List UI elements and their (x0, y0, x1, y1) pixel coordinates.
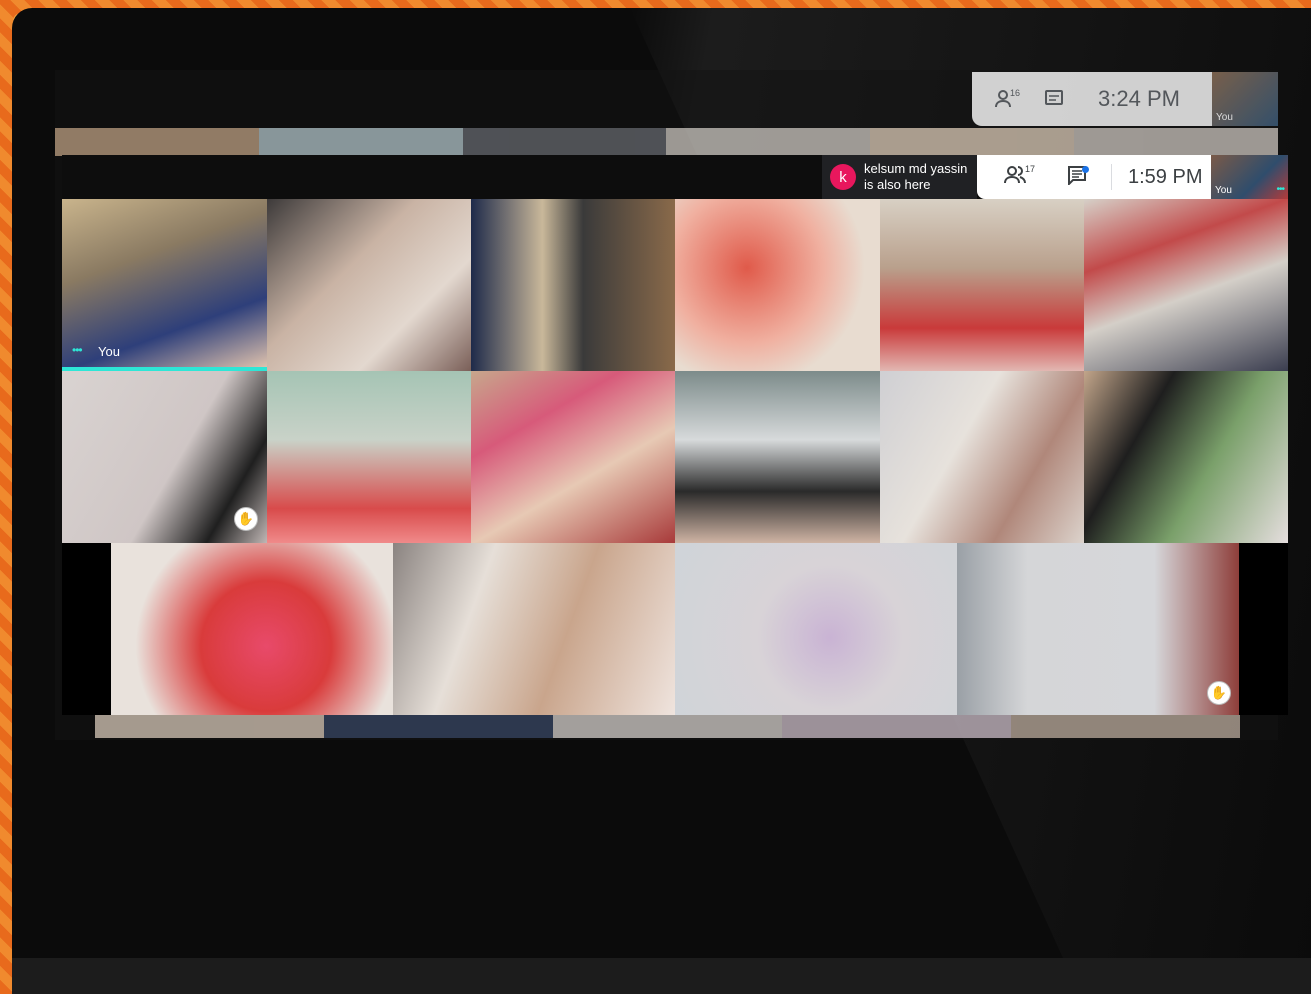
meeting-window: k kelsum md yassin is also here 17 1:59 … (62, 155, 1288, 715)
divider (1111, 164, 1112, 190)
notification-line-2: is also here (864, 177, 931, 192)
participant-tile[interactable]: ✋ (62, 371, 267, 543)
laptop-base (12, 958, 1311, 994)
background-video-strip-bottom (95, 714, 1240, 738)
participant-tile[interactable] (1084, 371, 1288, 543)
video-grid: ••• You ✋ ✋ (62, 199, 1288, 715)
self-view-thumbnail[interactable]: You (1212, 72, 1278, 126)
join-notification: k kelsum md yassin is also here (822, 155, 977, 199)
more-options-icon[interactable]: ••• (1276, 184, 1284, 195)
participant-tile[interactable]: ✋ (957, 543, 1239, 715)
background-video-strip-top (55, 128, 1278, 156)
people-icon (1004, 165, 1026, 189)
participant-tile[interactable] (471, 371, 675, 543)
chat-button[interactable] (1057, 162, 1097, 192)
avatar: k (830, 164, 856, 190)
raised-hand-icon: ✋ (1207, 681, 1231, 705)
self-label: You (1216, 112, 1233, 123)
notification-line-1: kelsum md yassin (864, 161, 968, 176)
unread-indicator (1082, 166, 1089, 173)
participant-tile[interactable] (1084, 199, 1288, 371)
participant-tile[interactable] (675, 371, 880, 543)
participant-tile[interactable] (267, 199, 471, 371)
notification-text: kelsum md yassin is also here (864, 161, 967, 193)
chat-icon[interactable] (1040, 88, 1068, 110)
people-button[interactable]: 17 (995, 162, 1035, 192)
participant-name: You (98, 344, 120, 359)
participant-tile[interactable] (111, 543, 393, 715)
participant-tile[interactable] (267, 371, 471, 543)
meeting-controls: 17 1:59 PM You ••• (977, 155, 1288, 199)
clock: 3:24 PM (1098, 86, 1180, 111)
participant-count: 17 (1024, 164, 1035, 174)
participant-tile[interactable] (471, 199, 675, 371)
participant-count: 16 (1010, 88, 1021, 98)
background-meeting-controls: 16 3:24 PM You (972, 72, 1278, 126)
participant-tile[interactable] (393, 543, 675, 715)
participant-tile[interactable]: ••• You (62, 199, 267, 371)
more-options-icon[interactable]: ••• (72, 343, 83, 357)
raised-hand-icon: ✋ (234, 507, 258, 531)
self-view-thumbnail[interactable]: You ••• (1211, 155, 1288, 199)
clock: 1:59 PM (1128, 165, 1203, 188)
participant-tile[interactable] (880, 199, 1084, 371)
participant-tile[interactable] (675, 543, 957, 715)
self-label: You (1215, 185, 1232, 196)
participant-tile[interactable] (675, 199, 880, 371)
participant-tile[interactable] (880, 371, 1084, 543)
